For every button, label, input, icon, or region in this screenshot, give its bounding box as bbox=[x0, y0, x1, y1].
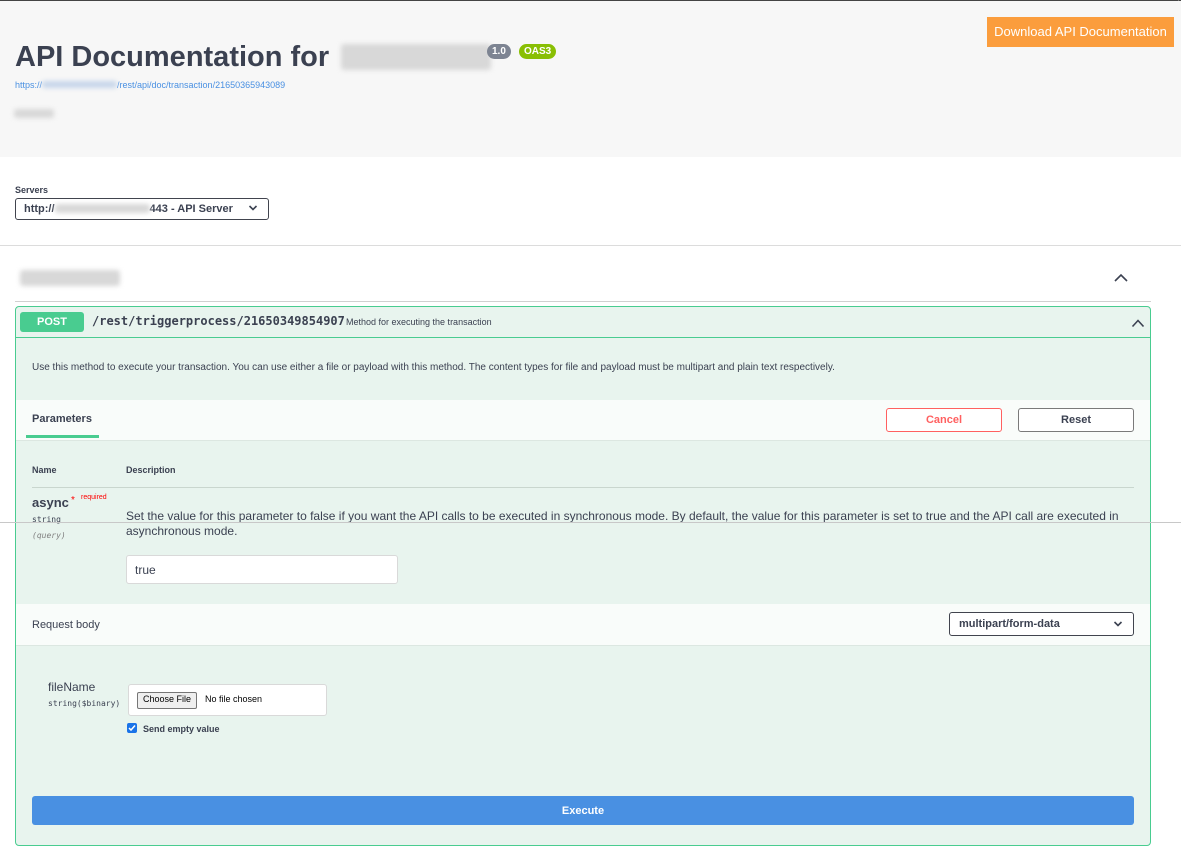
redacted-description bbox=[14, 109, 54, 118]
reset-button[interactable]: Reset bbox=[1018, 408, 1134, 432]
no-file-label: No file chosen bbox=[205, 694, 263, 704]
redacted-server-host bbox=[54, 204, 150, 213]
content-type-value: multipart/form-data bbox=[959, 618, 1060, 630]
chevron-down-icon bbox=[248, 205, 258, 211]
server-url-suffix: 443 - API Server bbox=[149, 203, 233, 215]
send-empty-label: Send empty value bbox=[143, 724, 220, 734]
servers-label: Servers bbox=[15, 185, 49, 195]
chevron-up-icon[interactable] bbox=[1131, 318, 1145, 328]
required-star: * bbox=[71, 495, 75, 506]
redacted-host bbox=[42, 81, 118, 88]
table-divider bbox=[32, 487, 1134, 488]
column-header-description: Description bbox=[126, 465, 176, 475]
page-title-text: API Documentation for bbox=[15, 41, 330, 73]
info-section: API Documentation for 1.0 OAS3 https:// /… bbox=[0, 1, 1181, 157]
spec-url-prefix: https:// bbox=[15, 80, 43, 90]
redacted-tag-title[interactable] bbox=[20, 270, 120, 286]
spec-url-link[interactable]: https:// /rest/api/doc/transaction/216503… bbox=[15, 80, 285, 90]
send-empty-checkbox[interactable] bbox=[127, 723, 137, 733]
server-url-prefix: http:// bbox=[24, 203, 55, 215]
operation-path: /rest/triggerprocess/21650349854907 bbox=[92, 314, 345, 328]
operation-description: Use this method to execute your transact… bbox=[32, 362, 835, 373]
required-label: required bbox=[81, 494, 107, 501]
request-body-header: Request body multipart/form-data bbox=[16, 604, 1150, 646]
oas-badge: OAS3 bbox=[519, 44, 557, 59]
page-title: API Documentation for bbox=[15, 41, 492, 74]
spec-url-suffix: /rest/api/doc/transaction/21650365943089 bbox=[117, 80, 286, 90]
tab-parameters[interactable]: Parameters bbox=[32, 413, 92, 425]
capture-seam-line bbox=[0, 522, 1181, 523]
execute-button[interactable]: Execute bbox=[32, 796, 1134, 825]
redacted-api-name bbox=[341, 44, 492, 70]
checkmark-icon bbox=[128, 725, 136, 732]
async-input[interactable] bbox=[126, 555, 398, 584]
version-badge: 1.0 bbox=[487, 44, 511, 59]
servers-select[interactable]: http:// 443 - API Server bbox=[15, 198, 269, 220]
divider bbox=[0, 245, 1181, 246]
request-body-label: Request body bbox=[32, 619, 100, 631]
column-header-name: Name bbox=[32, 465, 57, 475]
cancel-button[interactable]: Cancel bbox=[886, 408, 1002, 432]
tab-active-indicator bbox=[26, 435, 99, 438]
operation-summary-text: Method for executing the transaction bbox=[346, 317, 492, 327]
content-type-select[interactable]: multipart/form-data bbox=[949, 612, 1134, 636]
file-input[interactable]: Choose File No file chosen bbox=[128, 684, 327, 716]
param-location: (query) bbox=[32, 531, 66, 540]
param-name: async bbox=[32, 495, 69, 510]
chevron-down-icon bbox=[1113, 621, 1123, 627]
download-documentation-button[interactable]: Download API Documentation bbox=[987, 17, 1174, 47]
operation-block-post: POST /rest/triggerprocess/21650349854907… bbox=[15, 306, 1151, 846]
param-description: Set the value for this parameter to fals… bbox=[126, 509, 1119, 538]
parameters-header: Parameters Cancel Reset bbox=[16, 400, 1150, 441]
file-field-type: string($binary) bbox=[48, 699, 121, 708]
file-field-name: fileName bbox=[48, 680, 96, 694]
tag-divider bbox=[15, 301, 1151, 302]
operation-summary[interactable]: POST /rest/triggerprocess/21650349854907… bbox=[16, 307, 1150, 338]
method-badge: POST bbox=[20, 312, 84, 332]
chevron-up-icon[interactable] bbox=[1113, 272, 1129, 284]
choose-file-button[interactable]: Choose File bbox=[137, 692, 198, 709]
